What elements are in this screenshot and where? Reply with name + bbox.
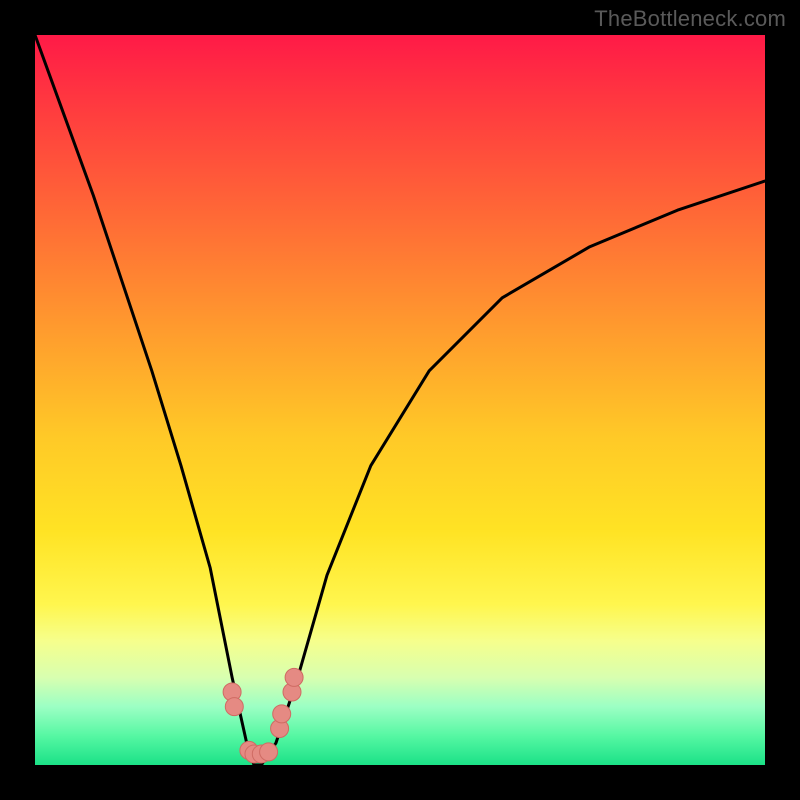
curve-layer <box>35 35 765 765</box>
marker-layer <box>223 668 303 763</box>
bottleneck-curve-path <box>35 35 765 765</box>
watermark-text: TheBottleneck.com <box>594 6 786 32</box>
chart-frame: TheBottleneck.com <box>0 0 800 800</box>
dip-marker <box>285 668 303 686</box>
plot-area <box>35 35 765 765</box>
dip-marker <box>225 698 243 716</box>
dip-marker <box>273 705 291 723</box>
chart-svg <box>35 35 765 765</box>
dip-marker <box>260 743 278 761</box>
